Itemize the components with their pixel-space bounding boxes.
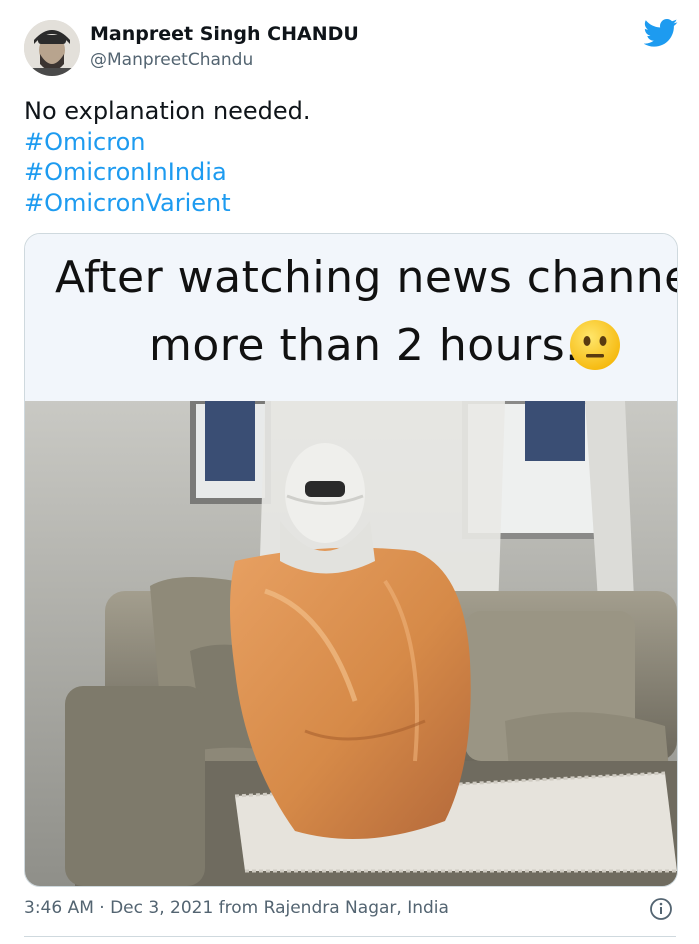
- hashtag-link[interactable]: #OmicronInIndia: [24, 157, 311, 188]
- meme-photo: [25, 398, 677, 886]
- divider: [24, 936, 676, 937]
- tweet-timestamp[interactable]: 3:46 AM · Dec 3, 2021 from Rajendra Naga…: [24, 898, 449, 918]
- tweet-body: No explanation needed.: [24, 97, 311, 125]
- neutral-face-icon: [568, 318, 622, 372]
- avatar[interactable]: [24, 20, 80, 76]
- hashtag-link[interactable]: #OmicronVarient: [24, 188, 311, 219]
- meme-caption-band: After watching news channel more than 2 …: [25, 234, 677, 401]
- info-icon[interactable]: [649, 897, 673, 921]
- meme-caption-line1: After watching news channel: [55, 252, 678, 303]
- meme-caption-line2: more than 2 hours.: [149, 320, 580, 371]
- twitter-bird-icon[interactable]: [643, 18, 678, 48]
- tweet-media[interactable]: After watching news channel more than 2 …: [24, 233, 678, 887]
- hashtag-link[interactable]: #Omicron: [24, 127, 311, 158]
- author-name[interactable]: Manpreet Singh CHANDU: [90, 23, 359, 45]
- tweet-text: No explanation needed. #Omicron #Omicron…: [24, 96, 311, 218]
- tweet-card: Manpreet Singh CHANDU @ManpreetChandu No…: [0, 0, 699, 944]
- author-handle[interactable]: @ManpreetChandu: [90, 50, 253, 70]
